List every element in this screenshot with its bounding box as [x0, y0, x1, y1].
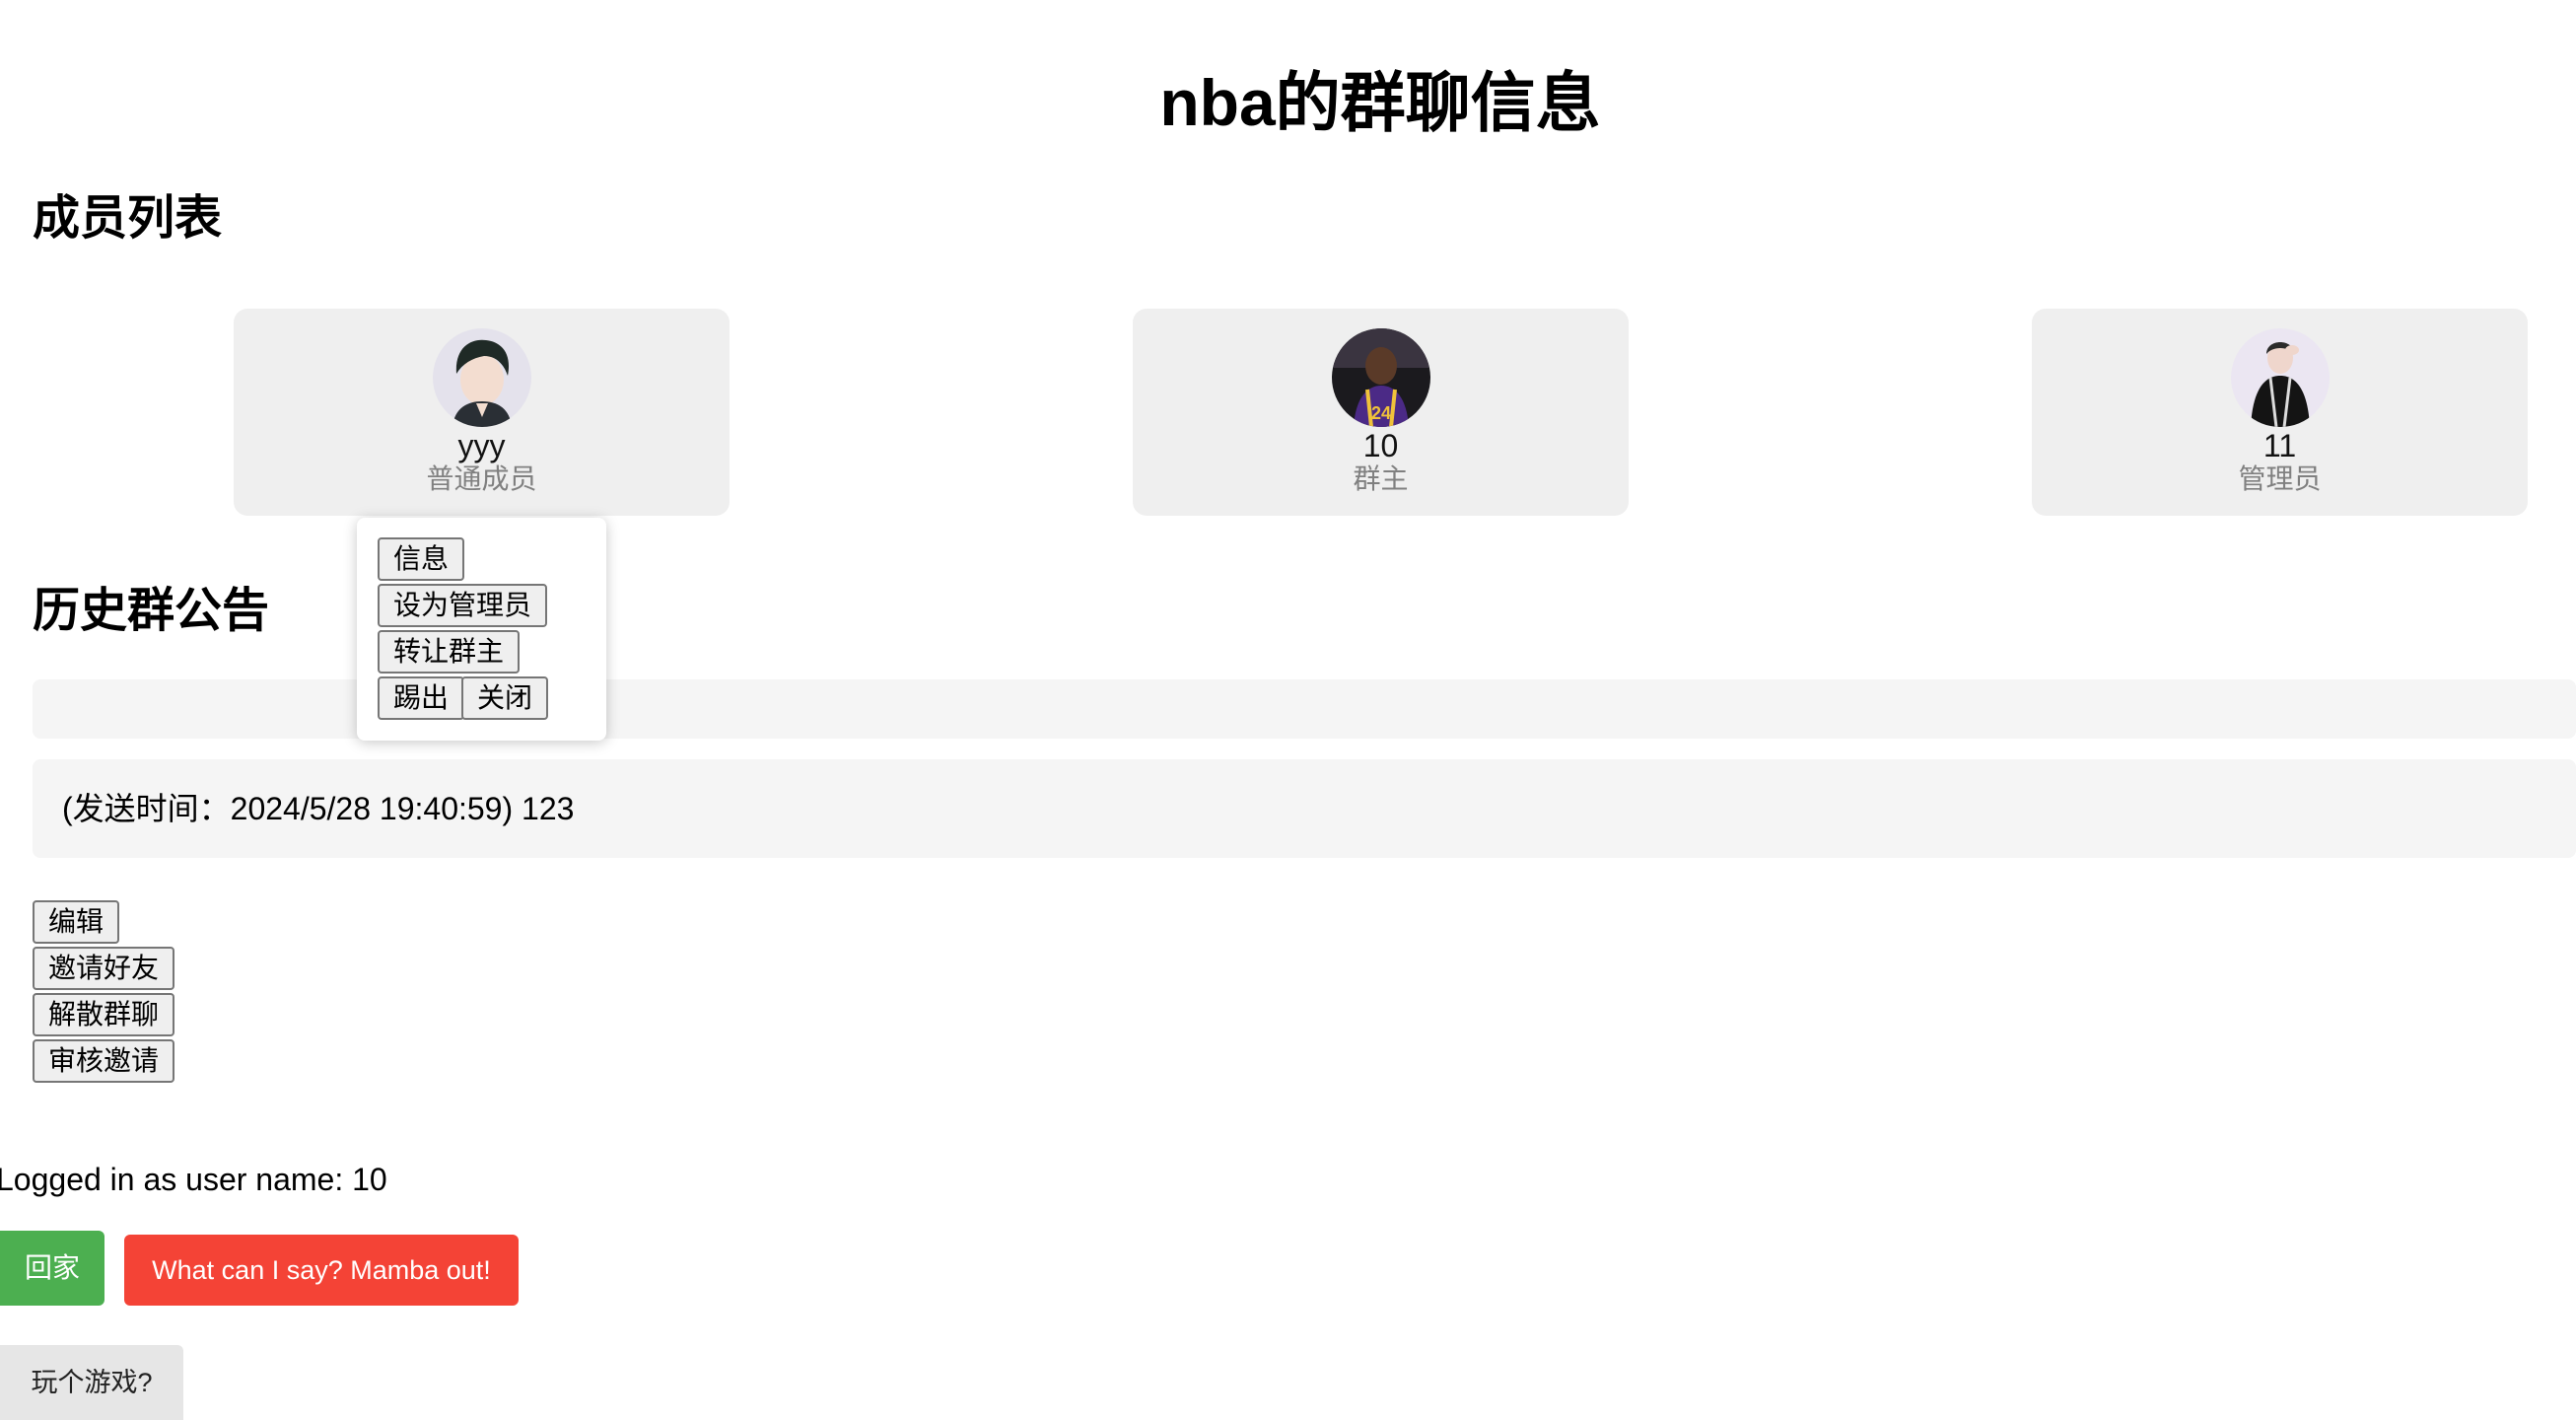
member-name: 11 [2263, 428, 2297, 463]
close-button[interactable]: 关闭 [461, 676, 549, 720]
review-invites-button[interactable]: 审核邀请 [33, 1039, 175, 1083]
member-role: 普通成员 [426, 463, 537, 494]
notice-item: (发送时间：2024/5/28 19:40:59) 123 [33, 759, 2576, 858]
kick-button[interactable]: 踢出 [378, 676, 465, 720]
transfer-owner-button[interactable]: 转让群主 [378, 630, 521, 674]
avatar-icon[interactable]: 24 [1332, 328, 1430, 427]
member-action-popup: 信息 设为管理员 转让群主 踢出 关闭 [357, 518, 606, 741]
member-name: yyy [457, 428, 506, 463]
member-role: 群主 [1353, 463, 1409, 494]
edit-button[interactable]: 编辑 [33, 900, 120, 944]
page-title: nba的群聊信息 [1159, 66, 1601, 139]
members-section-title: 成员列表 [33, 192, 223, 245]
member-role: 管理员 [2238, 463, 2322, 494]
member-card-10[interactable]: 24 10 群主 [1133, 309, 1629, 516]
set-admin-button[interactable]: 设为管理员 [378, 584, 548, 627]
notices-section-title: 历史群公告 [33, 585, 270, 637]
mamba-button[interactable]: What can I say? Mamba out! [124, 1235, 519, 1306]
dissolve-group-button[interactable]: 解散群聊 [33, 993, 175, 1036]
member-card-yyy[interactable]: yyy 普通成员 [234, 309, 730, 516]
play-game-button[interactable]: 玩个游戏? [0, 1345, 183, 1420]
member-card-11[interactable]: 11 管理员 [2032, 309, 2528, 516]
login-status: Logged in as user name: 10 [0, 1162, 387, 1197]
avatar-icon[interactable] [433, 328, 531, 427]
notice-text: (发送时间：2024/5/28 19:40:59) 123 [62, 791, 575, 826]
info-button[interactable]: 信息 [378, 537, 465, 581]
home-button[interactable]: 回家 [0, 1231, 104, 1306]
avatar-icon[interactable] [2231, 328, 2330, 427]
svg-text:24: 24 [1371, 403, 1391, 423]
invite-friends-button[interactable]: 邀请好友 [33, 947, 175, 990]
member-name: 10 [1362, 428, 1399, 463]
